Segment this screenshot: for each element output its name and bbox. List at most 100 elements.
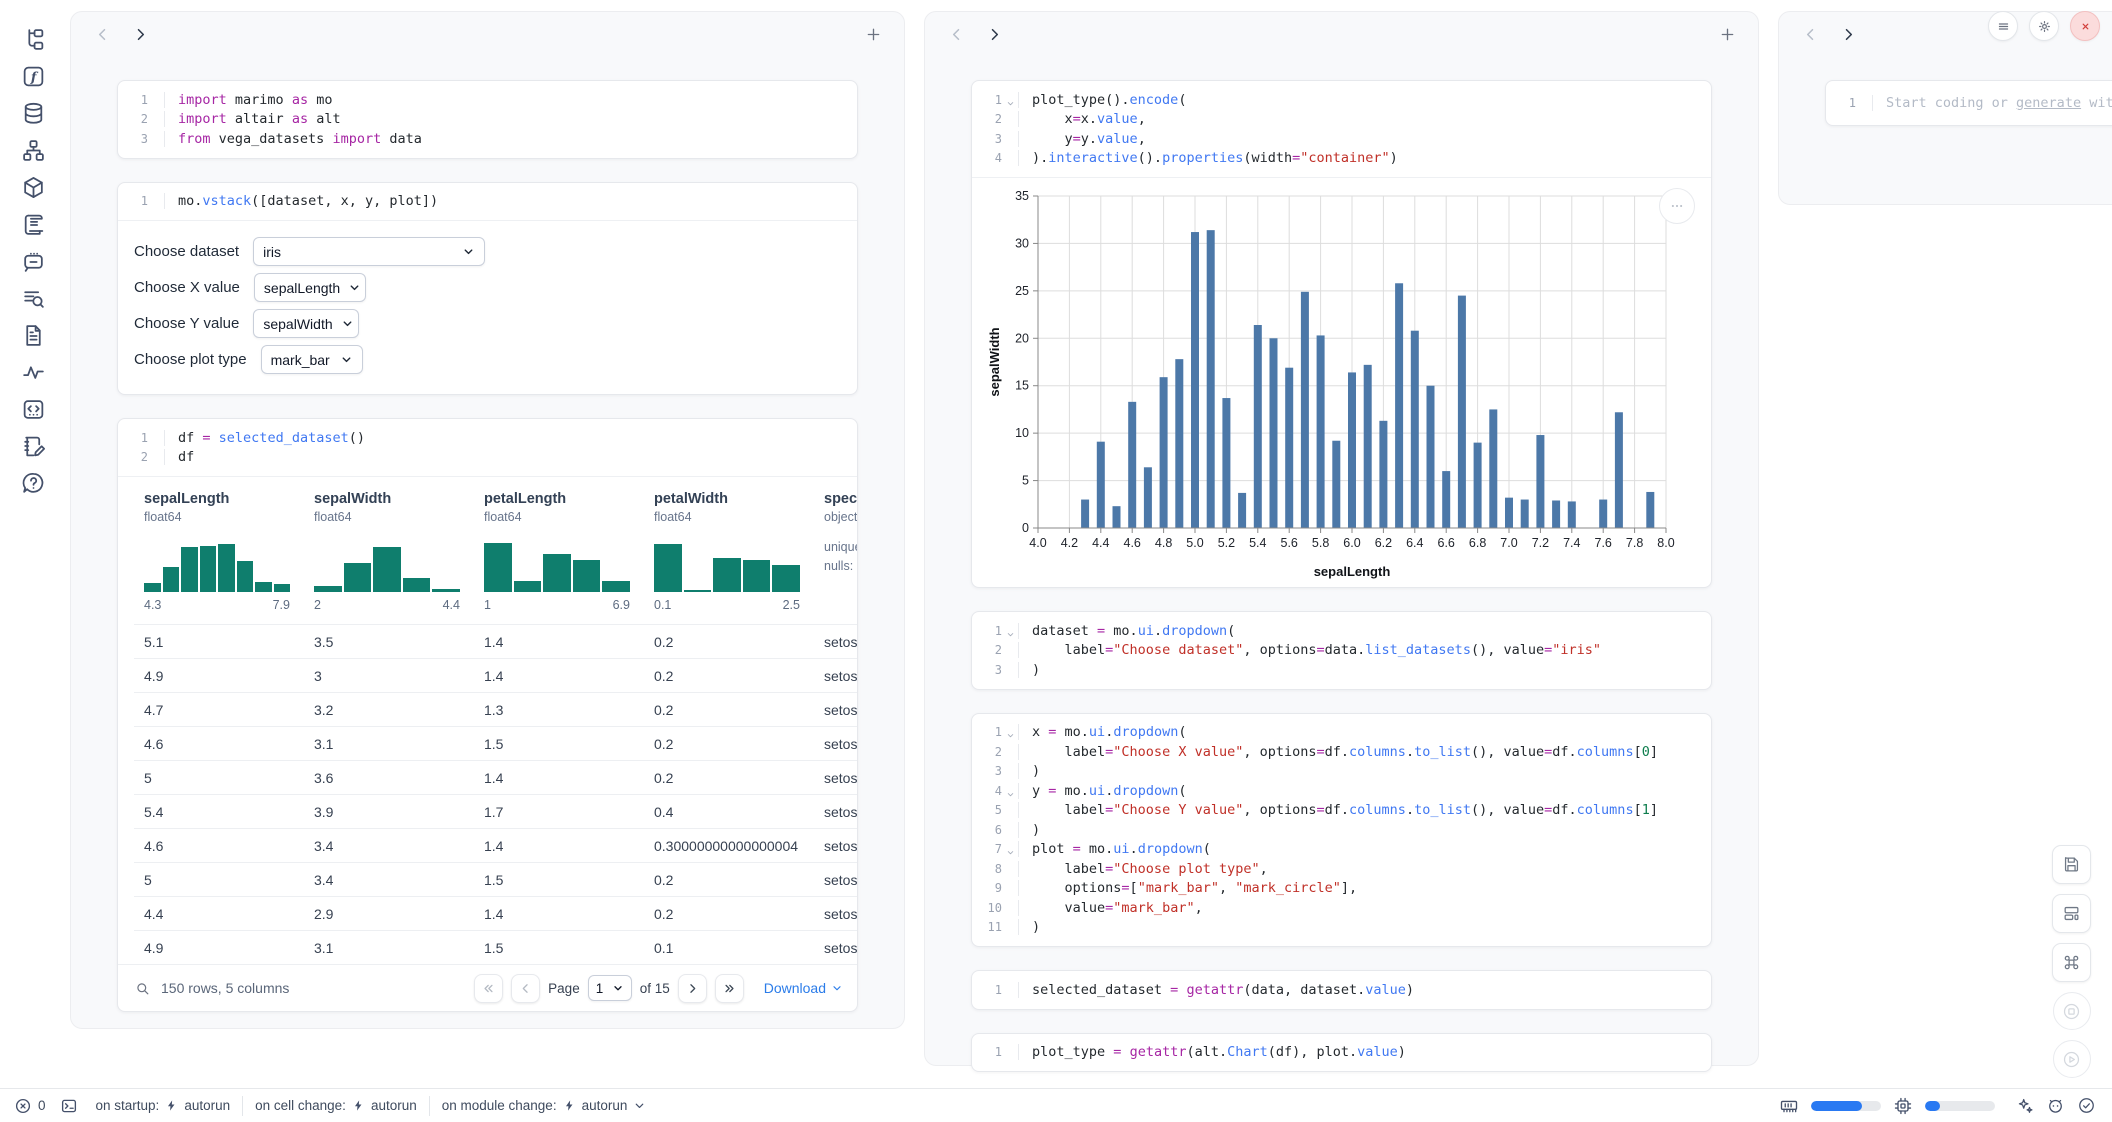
- save-icon[interactable]: [2052, 845, 2091, 884]
- choose-plot-type-select[interactable]: mark_bar: [261, 345, 363, 374]
- column-header-species[interactable]: speciesobjectunique:nulls:: [814, 491, 858, 624]
- svg-text:25: 25: [1015, 284, 1029, 298]
- fold-chevron-icon[interactable]: [1006, 729, 1015, 743]
- fold-chevron-icon[interactable]: [1006, 788, 1015, 802]
- column-header-petalWidth[interactable]: petalWidthfloat640.12.5: [644, 491, 814, 624]
- svg-text:sepalWidth: sepalWidth: [987, 327, 1002, 396]
- generate-with-ai-link[interactable]: generate: [2016, 95, 2081, 111]
- code-editor[interactable]: 1plot_type().encode(2 x=x.value,3 y=y.va…: [972, 81, 1711, 177]
- settings-icon[interactable]: [2029, 11, 2059, 41]
- column-scroll-left-icon[interactable]: [1799, 23, 1821, 45]
- ai-assistant-icon[interactable]: [2046, 1096, 2065, 1115]
- functions-icon[interactable]: f: [20, 63, 46, 89]
- chevron-down-icon: [633, 1099, 646, 1112]
- table-cell: 0.2: [644, 736, 814, 752]
- fold-chevron-icon[interactable]: [1006, 846, 1015, 860]
- svg-text:7.6: 7.6: [1595, 536, 1612, 550]
- table-cell: 3.9: [304, 804, 474, 820]
- column-scroll-right-icon[interactable]: [129, 23, 151, 45]
- last-page-button[interactable]: [715, 974, 744, 1003]
- altair-bar-chart[interactable]: 4.04.24.44.64.85.05.25.45.65.86.06.26.46…: [972, 177, 1711, 587]
- check-circle-icon[interactable]: [2077, 1096, 2096, 1115]
- terminal-icon[interactable]: [60, 1097, 78, 1115]
- column-header-petalLength[interactable]: petalLengthfloat6416.9: [474, 491, 644, 624]
- notebook-cell[interactable]: 1selected_dataset = getattr(data, datase…: [971, 970, 1712, 1010]
- fold-chevron-icon[interactable]: [1006, 628, 1015, 642]
- notebook-cell[interactable]: 1mo.vstack([dataset, x, y, plot])Choose …: [117, 182, 858, 396]
- layout-icon[interactable]: [2052, 894, 2091, 933]
- notebook-cell[interactable]: 1import marimo as mo2import altair as al…: [117, 80, 858, 159]
- logs-icon[interactable]: [20, 285, 46, 311]
- datasources-icon[interactable]: [20, 100, 46, 126]
- code-editor[interactable]: 1dataset = mo.ui.dropdown(2 label="Choos…: [972, 612, 1711, 689]
- chart-actions-button[interactable]: [1659, 188, 1695, 224]
- notebook-cell[interactable]: 1x = mo.ui.dropdown(2 label="Choose X va…: [971, 713, 1712, 948]
- error-count-icon[interactable]: [14, 1097, 32, 1115]
- table-row: 5.43.91.70.4setosa: [134, 794, 857, 828]
- line-number: 4: [972, 784, 1018, 798]
- code-placeholder[interactable]: Start coding or generate with: [1872, 95, 2112, 111]
- column-header-sepalWidth[interactable]: sepalWidthfloat6424.4: [304, 491, 474, 624]
- histogram-range: 0.12.5: [654, 598, 800, 624]
- sparkles-icon[interactable]: [2015, 1096, 2034, 1115]
- divider: [242, 1096, 243, 1116]
- search-icon[interactable]: [134, 980, 151, 997]
- dependency-graph-icon[interactable]: [20, 137, 46, 163]
- next-page-button[interactable]: [678, 974, 707, 1003]
- download-button[interactable]: Download: [764, 980, 843, 996]
- table-cell: 0.30000000000000004: [644, 838, 814, 854]
- table-cell: 1.7: [474, 804, 644, 820]
- file-explorer-icon[interactable]: [20, 26, 46, 52]
- close-icon[interactable]: [2070, 11, 2100, 41]
- snippets-icon[interactable]: [20, 322, 46, 348]
- code-editor[interactable]: 1plot_type = getattr(alt.Chart(df), plot…: [972, 1034, 1711, 1072]
- code-editor[interactable]: 1selected_dataset = getattr(data, datase…: [972, 971, 1711, 1009]
- documentation-icon[interactable]: [20, 211, 46, 237]
- on-cell-change-setting[interactable]: on cell change: autorun: [255, 1098, 417, 1113]
- column-header-sepalLength[interactable]: sepalLengthfloat644.37.9: [134, 491, 304, 624]
- code-editor[interactable]: 1x = mo.ui.dropdown(2 label="Choose X va…: [972, 714, 1711, 947]
- tracing-icon[interactable]: [20, 359, 46, 385]
- code-editor[interactable]: 1import marimo as mo2import altair as al…: [118, 81, 857, 158]
- choose-x-value-select[interactable]: sepalLength: [254, 273, 366, 302]
- play-icon[interactable]: [2053, 1040, 2091, 1078]
- empty-cell[interactable]: 1Start coding or generate with: [1825, 80, 2112, 126]
- chat-icon[interactable]: [20, 248, 46, 274]
- notebook-cell[interactable]: 1df = selected_dataset()2df sepalLengthfl…: [117, 418, 858, 1012]
- choose-y-value-select[interactable]: sepalWidth: [253, 309, 359, 338]
- notebook-cell[interactable]: 1plot_type().encode(2 x=x.value,3 y=y.va…: [971, 80, 1712, 588]
- first-page-button[interactable]: [474, 974, 503, 1003]
- column-scroll-left-icon[interactable]: [91, 23, 113, 45]
- svg-text:4.8: 4.8: [1155, 536, 1172, 550]
- column-scroll-right-icon[interactable]: [1837, 23, 1859, 45]
- add-cell-icon[interactable]: [1716, 23, 1738, 45]
- code-editor[interactable]: 1mo.vstack([dataset, x, y, plot]): [118, 183, 857, 221]
- code-editor[interactable]: 1df = selected_dataset()2df: [118, 419, 857, 476]
- svg-text:7.0: 7.0: [1500, 536, 1517, 550]
- stop-icon[interactable]: [2053, 992, 2091, 1030]
- notebook-cell[interactable]: 1plot_type = getattr(alt.Chart(df), plot…: [971, 1033, 1712, 1073]
- command-icon[interactable]: [2052, 943, 2091, 982]
- add-cell-icon[interactable]: [862, 23, 884, 45]
- packages-icon[interactable]: [20, 174, 46, 200]
- choose-dataset-select[interactable]: iris: [253, 237, 485, 266]
- line-number: 3: [972, 132, 1018, 146]
- on-startup-setting[interactable]: on startup: autorun: [96, 1098, 231, 1113]
- table-cell: 1.4: [474, 838, 644, 854]
- table-cell: 1.4: [474, 770, 644, 786]
- column-scroll-right-icon[interactable]: [983, 23, 1005, 45]
- page-select[interactable]: 1: [588, 975, 632, 1001]
- menu-icon[interactable]: [1988, 11, 2018, 41]
- svg-text:5.2: 5.2: [1218, 536, 1235, 550]
- status-right: [1779, 1096, 2098, 1116]
- prev-page-button[interactable]: [511, 974, 540, 1003]
- chevron-down-icon: [341, 317, 354, 330]
- notebook-cell[interactable]: 1dataset = mo.ui.dropdown(2 label="Choos…: [971, 611, 1712, 690]
- help-icon[interactable]: [20, 470, 46, 496]
- column-scroll-left-icon[interactable]: [945, 23, 967, 45]
- on-module-change-setting[interactable]: on module change: autorun: [442, 1098, 647, 1113]
- fold-chevron-icon[interactable]: [1006, 97, 1015, 111]
- scratchpad-icon[interactable]: [20, 433, 46, 459]
- code-line: selected_dataset = getattr(data, dataset…: [1018, 982, 1414, 998]
- api-icon[interactable]: [20, 396, 46, 422]
